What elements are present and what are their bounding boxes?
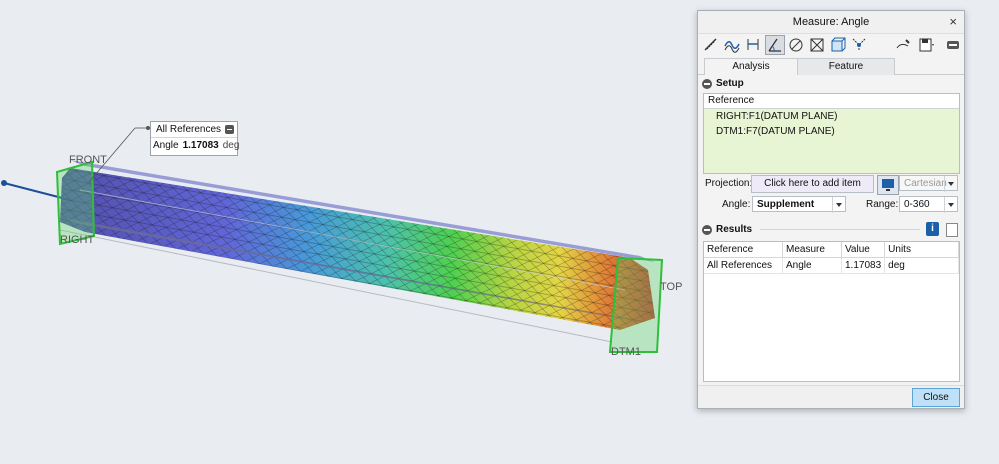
- callout-unit: deg: [222, 140, 240, 151]
- datum-plane-right: [55, 160, 96, 246]
- column-header[interactable]: Reference: [704, 242, 783, 258]
- table-cell: All References: [704, 257, 783, 274]
- tab-feature[interactable]: Feature: [797, 58, 895, 75]
- column-header[interactable]: Value: [841, 242, 886, 258]
- datum-label-front: FRONT: [69, 154, 107, 166]
- chevron-down-icon[interactable]: [944, 197, 957, 213]
- table-row[interactable]: All References Angle 1.17083 deg: [704, 257, 959, 274]
- list-item[interactable]: RIGHT:F1(DATUM PLANE): [704, 109, 959, 124]
- measure-toolbar: [698, 33, 964, 56]
- datum-label-right: RIGHT: [60, 234, 95, 246]
- area-icon[interactable]: [808, 36, 826, 54]
- coordinate-system-dropdown: Cartesian: [899, 175, 958, 192]
- angle-icon[interactable]: [765, 35, 785, 55]
- column-header[interactable]: Units: [884, 242, 959, 258]
- reference-collector[interactable]: Reference RIGHT:F1(DATUM PLANE) DTM1:F7(…: [703, 93, 960, 174]
- collapse-icon[interactable]: [225, 125, 234, 134]
- collapse-icon[interactable]: [944, 36, 962, 54]
- range-value: 0-360: [904, 199, 930, 210]
- angle-dropdown[interactable]: Supplement: [752, 196, 846, 213]
- dialog-titlebar[interactable]: Measure: Angle ×: [698, 11, 964, 33]
- beam-mesh: [60, 168, 655, 330]
- datum-label-dtm1: DTM1: [611, 346, 641, 358]
- callout-value: 1.17083: [182, 140, 219, 151]
- document-icon[interactable]: [946, 223, 958, 237]
- length-curve-icon[interactable]: [744, 36, 762, 54]
- monitor-icon[interactable]: [877, 175, 899, 195]
- axis-point: [1, 180, 7, 186]
- list-item[interactable]: DTM1:F7(DATUM PLANE): [704, 124, 959, 139]
- diameter-icon[interactable]: [787, 36, 805, 54]
- results-table: Reference Measure Value Units All Refere…: [703, 241, 960, 382]
- table-cell: Angle: [782, 257, 842, 274]
- save-icon[interactable]: [917, 36, 935, 54]
- chevron-down-icon[interactable]: [832, 197, 845, 213]
- length-icon[interactable]: [702, 36, 720, 54]
- projection-label: Projection:: [705, 178, 753, 189]
- measure-callout[interactable]: All References Angle 1.17083 deg: [150, 121, 240, 156]
- column-header[interactable]: Measure: [782, 242, 842, 258]
- range-label: Range:: [866, 199, 899, 210]
- info-icon[interactable]: i: [926, 222, 939, 236]
- quick-measure-icon[interactable]: [894, 36, 912, 54]
- close-icon[interactable]: ×: [949, 11, 957, 33]
- callout-label: Angle: [153, 140, 179, 151]
- dialog-title: Measure: Angle: [792, 16, 870, 28]
- angle-value: Supplement: [757, 199, 815, 210]
- tab-strip: Analysis Feature: [698, 56, 964, 75]
- measure-dialog: Measure: Angle × Analysis Feature Setup …: [697, 10, 965, 409]
- projection-collector[interactable]: Click here to add item: [751, 175, 874, 193]
- angle-label: Angle:: [722, 199, 751, 210]
- reference-header: Reference: [704, 94, 959, 109]
- range-dropdown[interactable]: 0-360: [899, 196, 958, 213]
- distance-icon[interactable]: [723, 36, 741, 54]
- table-cell: deg: [884, 257, 959, 274]
- dialog-footer: Close: [698, 385, 964, 408]
- setup-section-header[interactable]: Setup: [702, 78, 744, 90]
- coordinate-system-value: Cartesian: [904, 178, 947, 189]
- volume-icon[interactable]: [829, 36, 847, 54]
- results-section-header[interactable]: Results: [702, 224, 752, 236]
- datum-label-top: TOP: [660, 281, 682, 293]
- divider: [760, 229, 920, 230]
- tab-analysis[interactable]: Analysis: [704, 58, 798, 75]
- table-cell: 1.17083: [841, 257, 886, 274]
- close-button[interactable]: Close: [912, 388, 960, 407]
- callout-title: All References: [156, 124, 222, 135]
- transform-icon[interactable]: [850, 36, 868, 54]
- chevron-down-icon: [944, 176, 957, 192]
- datum-plane-dtm1: [608, 256, 664, 353]
- table-header-row: Reference Measure Value Units: [704, 242, 959, 258]
